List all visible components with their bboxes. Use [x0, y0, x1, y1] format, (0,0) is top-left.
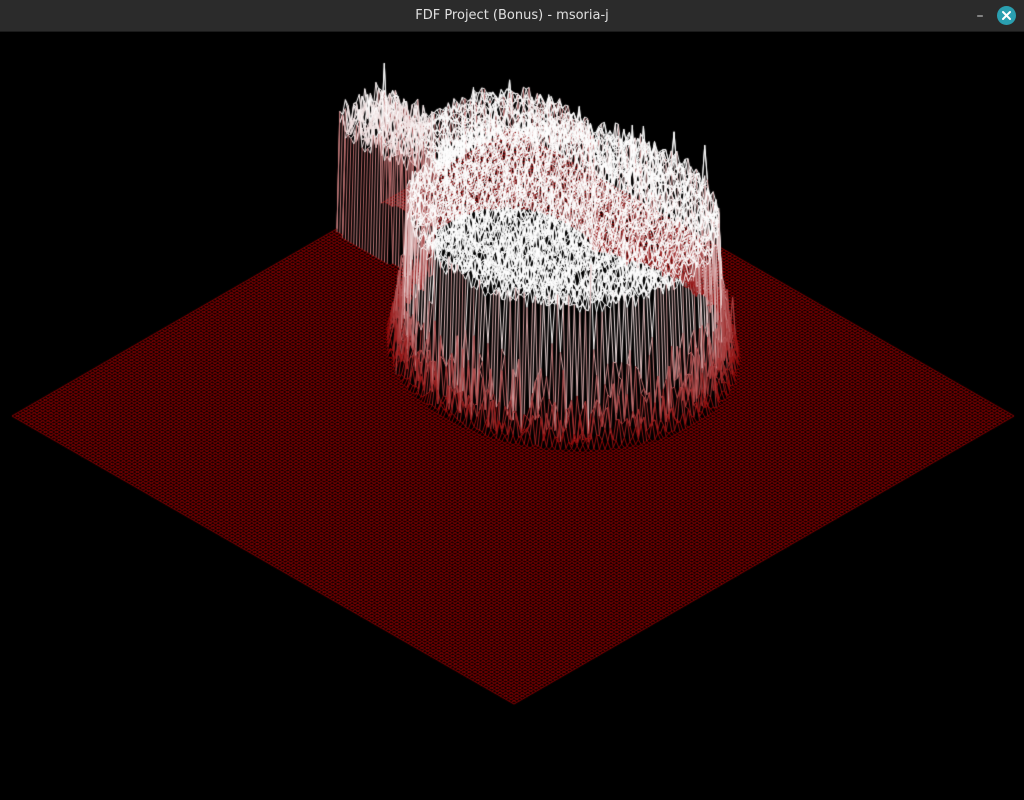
render-viewport[interactable] — [0, 32, 1024, 800]
minimize-button[interactable]: – — [970, 6, 990, 26]
window-title: FDF Project (Bonus) - msoria-j — [415, 8, 609, 23]
close-button[interactable] — [997, 6, 1016, 25]
wireframe-map-canvas[interactable] — [0, 32, 1024, 800]
close-icon — [1002, 11, 1011, 20]
window-titlebar[interactable]: FDF Project (Bonus) - msoria-j – — [0, 0, 1024, 32]
